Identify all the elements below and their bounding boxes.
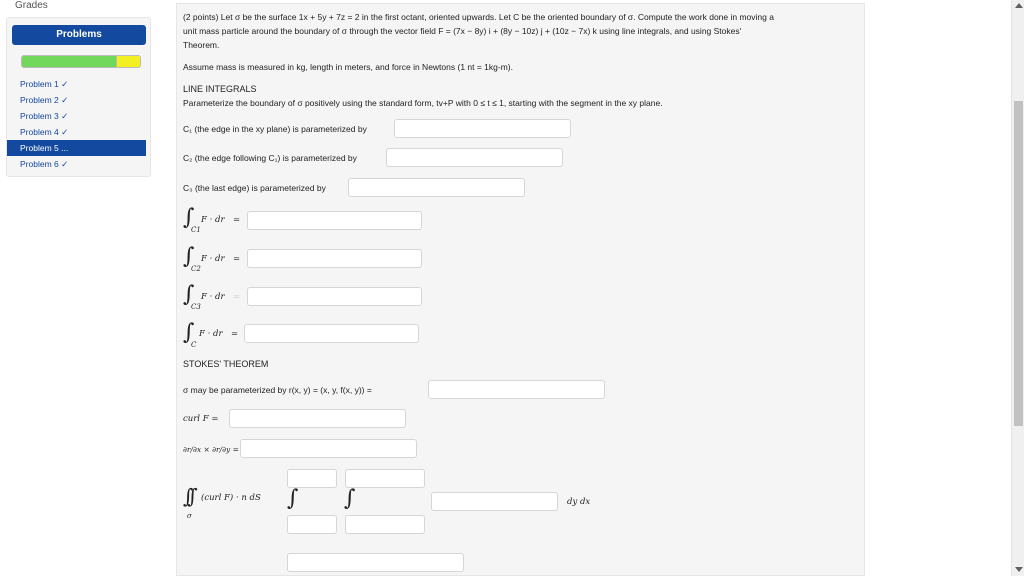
progress-complete-segment (22, 56, 117, 67)
problem-sidebar: Problems Problem 1 ✓ Problem 2 ✓ Problem… (6, 17, 151, 177)
c2-parameterization-input[interactable] (386, 148, 563, 167)
integrand-label: F · dr (201, 254, 225, 264)
scroll-up-arrow-icon[interactable] (1015, 3, 1023, 8)
problems-button[interactable]: Problems (12, 25, 146, 45)
outer-lower-limit-input[interactable] (287, 515, 337, 534)
sidebar-item-problem-3[interactable]: Problem 3 ✓ (7, 108, 150, 124)
grades-link[interactable]: Grades (15, 0, 48, 11)
sidebar-item-problem-2[interactable]: Problem 2 ✓ (7, 92, 150, 108)
scroll-thumb[interactable] (1014, 101, 1023, 426)
problem-panel: (2 points) Let σ be the surface 1x + 5y … (176, 3, 865, 576)
page-scrollbar[interactable] (1011, 0, 1024, 576)
stokes-heading: STOKES' THEOREM (183, 359, 269, 369)
sidebar-item-problem-1[interactable]: Problem 1 ✓ (7, 76, 150, 92)
integral-subscript: C2 (191, 265, 201, 273)
c3-parameterization-input[interactable] (348, 178, 525, 197)
sigma-param-label: σ may be parameterized by r(x, y) = (x, … (183, 385, 372, 395)
cross-product-input[interactable] (240, 439, 417, 458)
c1-label: C₁ (the edge in the xy plane) is paramet… (183, 124, 367, 134)
integral-subscript: C3 (191, 303, 201, 311)
integral-subscript: C (191, 341, 197, 349)
equals-sign: = (231, 329, 239, 339)
cross-product-label: ∂r/∂x × ∂r/∂y = (183, 445, 239, 454)
sidebar-item-problem-5[interactable]: Problem 5 ... (7, 140, 146, 156)
integrand-label: F · dr (201, 215, 225, 225)
equals-sign: = (233, 292, 241, 302)
outer-integral-symbol: ∫ (287, 486, 299, 511)
equals-sign: = (233, 215, 241, 225)
line-integrals-heading: LINE INTEGRALS (183, 84, 257, 94)
integral-c3-input[interactable] (247, 287, 422, 306)
progress-bar (21, 55, 141, 68)
c1-parameterization-input[interactable] (394, 119, 571, 138)
integrand-input[interactable] (431, 492, 558, 511)
integral-c-input[interactable] (244, 324, 419, 343)
integral-c1-input[interactable] (247, 211, 422, 230)
units-note: Assume mass is measured in kg, length in… (183, 62, 513, 72)
inner-integral-symbol: ∫ (344, 486, 356, 511)
integrand-label: F · dr (201, 292, 225, 302)
integral-c2-input[interactable] (247, 249, 422, 268)
sidebar-item-problem-6[interactable]: Problem 6 ✓ (7, 156, 150, 172)
surface-integrand-label: (curl F) · n dS (201, 493, 261, 503)
equals-sign: = (233, 254, 241, 264)
c2-label: C₂ (the edge following C₁) is parameteri… (183, 153, 357, 163)
surface-integral-result-input[interactable] (287, 553, 464, 572)
problem-statement-line-1: (2 points) Let σ be the surface 1x + 5y … (183, 12, 774, 22)
curl-label: curl F = (183, 414, 219, 424)
c3-label: C₃ (the last edge) is parameterized by (183, 183, 326, 193)
sidebar-item-problem-4[interactable]: Problem 4 ✓ (7, 124, 150, 140)
problem-statement-line-3: Theorem. (183, 40, 220, 50)
sigma-param-input[interactable] (428, 380, 605, 399)
parameterize-instruction: Parameterize the boundary of σ positivel… (183, 98, 663, 108)
dydx-label: dy dx (567, 497, 591, 507)
integrand-label: F · dr (199, 329, 223, 339)
integral-subscript: C1 (191, 226, 201, 234)
progress-partial-segment (116, 56, 140, 67)
outer-upper-limit-input[interactable] (287, 469, 337, 488)
problem-list: Problem 1 ✓ Problem 2 ✓ Problem 3 ✓ Prob… (7, 76, 150, 172)
curl-input[interactable] (229, 409, 406, 428)
surface-subscript: σ (187, 512, 192, 520)
inner-upper-limit-input[interactable] (345, 469, 425, 488)
problem-statement-line-2: unit mass particle around the boundary o… (183, 26, 742, 36)
inner-lower-limit-input[interactable] (345, 515, 425, 534)
scroll-down-arrow-icon[interactable] (1015, 567, 1023, 572)
double-integral-symbol: ∫∫ (183, 484, 198, 508)
page: Grades Problems Problem 1 ✓ Problem 2 ✓ … (0, 0, 1024, 576)
